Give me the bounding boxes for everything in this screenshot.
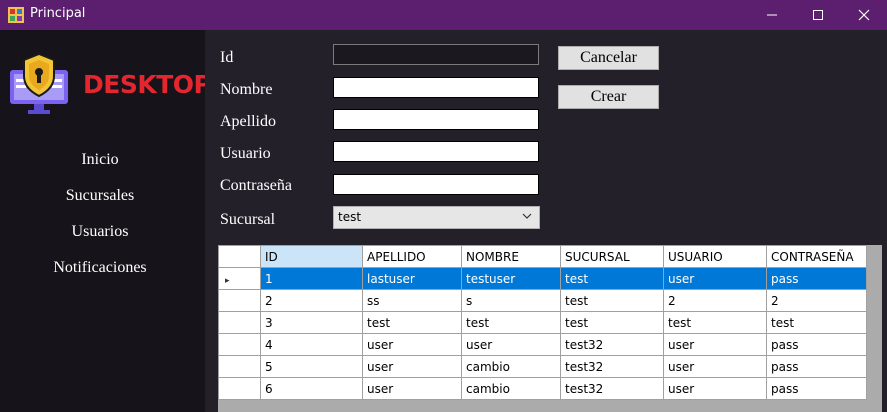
contrasena-field[interactable] bbox=[333, 174, 539, 195]
close-button[interactable] bbox=[841, 0, 887, 30]
column-header-usuario[interactable]: USUARIO bbox=[663, 245, 767, 268]
usuario-label: Usuario bbox=[220, 145, 271, 162]
contrasena-label: Contraseña bbox=[220, 177, 292, 194]
users-grid[interactable]: ID APELLIDO NOMBRE SUCURSAL USUARIO CONT… bbox=[218, 245, 882, 412]
cell-usuario[interactable]: 2 bbox=[663, 289, 767, 312]
id-label: Id bbox=[220, 49, 234, 66]
cell-contrasena[interactable]: pass bbox=[766, 333, 867, 356]
window-title: Principal bbox=[30, 6, 86, 21]
table-row[interactable]: 5 user cambio test32 user pass bbox=[218, 355, 867, 378]
cell-sucursal[interactable]: test32 bbox=[560, 333, 664, 356]
create-button[interactable]: Crear bbox=[558, 85, 659, 109]
cell-apellido[interactable]: user bbox=[362, 333, 462, 356]
cell-id[interactable]: 3 bbox=[260, 311, 363, 334]
cell-nombre[interactable]: cambio bbox=[461, 377, 561, 400]
column-header-contrasena[interactable]: CONTRASEÑA bbox=[766, 245, 867, 268]
cell-contrasena[interactable]: 2 bbox=[766, 289, 867, 312]
cell-apellido[interactable]: user bbox=[362, 377, 462, 400]
row-header[interactable] bbox=[218, 311, 261, 334]
cell-contrasena[interactable]: pass bbox=[766, 355, 867, 378]
app-icon bbox=[8, 7, 24, 23]
cell-apellido[interactable]: ss bbox=[362, 289, 462, 312]
usuario-field[interactable] bbox=[333, 141, 539, 162]
table-row[interactable]: 4 user user test32 user pass bbox=[218, 333, 867, 356]
current-row-indicator-icon: ▸ bbox=[225, 275, 230, 286]
row-header[interactable] bbox=[218, 355, 261, 378]
cell-nombre[interactable]: test bbox=[461, 311, 561, 334]
title-bar: Principal bbox=[0, 0, 887, 30]
minimize-button[interactable] bbox=[749, 0, 795, 30]
nombre-label: Nombre bbox=[220, 81, 273, 98]
id-field[interactable] bbox=[333, 44, 539, 65]
table-row[interactable]: 2 ss s test 2 2 bbox=[218, 289, 867, 312]
cell-apellido[interactable]: test bbox=[362, 311, 462, 334]
column-header-apellido[interactable]: APELLIDO bbox=[362, 245, 462, 268]
cell-id[interactable]: 4 bbox=[260, 333, 363, 356]
table-row[interactable]: ▸ 1 lastuser testuser test user pass bbox=[218, 267, 867, 290]
row-header[interactable] bbox=[218, 333, 261, 356]
nav-item-inicio[interactable]: Inicio bbox=[0, 151, 200, 169]
apellido-label: Apellido bbox=[220, 113, 276, 130]
sucursal-selected-value: test bbox=[338, 210, 362, 224]
cell-apellido[interactable]: user bbox=[362, 355, 462, 378]
table-row[interactable]: 3 test test test test test bbox=[218, 311, 867, 334]
apellido-field[interactable] bbox=[333, 109, 539, 130]
maximize-button[interactable] bbox=[795, 0, 841, 30]
cell-id[interactable]: 2 bbox=[260, 289, 363, 312]
maximize-icon bbox=[813, 10, 823, 20]
close-icon bbox=[858, 9, 870, 21]
cell-nombre[interactable]: cambio bbox=[461, 355, 561, 378]
nav-item-sucursales[interactable]: Sucursales bbox=[0, 187, 200, 205]
cell-contrasena[interactable]: test bbox=[766, 311, 867, 334]
sucursal-label: Sucursal bbox=[220, 211, 276, 228]
chevron-down-icon bbox=[522, 213, 532, 219]
cell-sucursal[interactable]: test bbox=[560, 289, 664, 312]
cell-usuario[interactable]: user bbox=[663, 267, 767, 290]
cell-sucursal[interactable]: test bbox=[560, 311, 664, 334]
cell-contrasena[interactable]: pass bbox=[766, 267, 867, 290]
grid-header-row: ID APELLIDO NOMBRE SUCURSAL USUARIO CONT… bbox=[218, 245, 867, 268]
users-table: ID APELLIDO NOMBRE SUCURSAL USUARIO CONT… bbox=[218, 245, 867, 400]
cell-usuario[interactable]: user bbox=[663, 333, 767, 356]
cell-nombre[interactable]: user bbox=[461, 333, 561, 356]
cell-id[interactable]: 5 bbox=[260, 355, 363, 378]
cell-contrasena[interactable]: pass bbox=[766, 377, 867, 400]
row-header[interactable]: ▸ bbox=[218, 267, 261, 290]
nombre-field[interactable] bbox=[333, 77, 539, 98]
cell-id[interactable]: 6 bbox=[260, 377, 363, 400]
row-header[interactable] bbox=[218, 377, 261, 400]
cell-sucursal[interactable]: test32 bbox=[560, 377, 664, 400]
brand-name: DESKTOP bbox=[83, 70, 212, 99]
cell-sucursal[interactable]: test bbox=[560, 267, 664, 290]
column-header-id[interactable]: ID bbox=[260, 245, 363, 268]
cancel-button[interactable]: Cancelar bbox=[558, 46, 659, 70]
row-header-corner bbox=[218, 245, 261, 268]
cell-usuario[interactable]: user bbox=[663, 355, 767, 378]
nav-item-usuarios[interactable]: Usuarios bbox=[0, 223, 200, 241]
cell-usuario[interactable]: test bbox=[663, 311, 767, 334]
cell-apellido[interactable]: lastuser bbox=[362, 267, 462, 290]
cell-nombre[interactable]: testuser bbox=[461, 267, 561, 290]
sucursal-select[interactable]: test bbox=[333, 206, 540, 229]
row-header[interactable] bbox=[218, 289, 261, 312]
main-panel: Id Nombre Apellido Usuario Contraseña Su… bbox=[205, 30, 887, 412]
cell-id[interactable]: 1 bbox=[260, 267, 363, 290]
cell-nombre[interactable]: s bbox=[461, 289, 561, 312]
column-header-nombre[interactable]: NOMBRE bbox=[461, 245, 561, 268]
column-header-sucursal[interactable]: SUCURSAL bbox=[560, 245, 664, 268]
minimize-icon bbox=[767, 14, 777, 16]
nav-item-notificaciones[interactable]: Notificaciones bbox=[0, 259, 200, 277]
cell-usuario[interactable]: user bbox=[663, 377, 767, 400]
cell-sucursal[interactable]: test32 bbox=[560, 355, 664, 378]
sidebar: DESKTOP Inicio Sucursales Usuarios Notif… bbox=[0, 30, 212, 412]
monitor-shield-lock-icon bbox=[10, 52, 68, 114]
table-row[interactable]: 6 user cambio test32 user pass bbox=[218, 377, 867, 400]
